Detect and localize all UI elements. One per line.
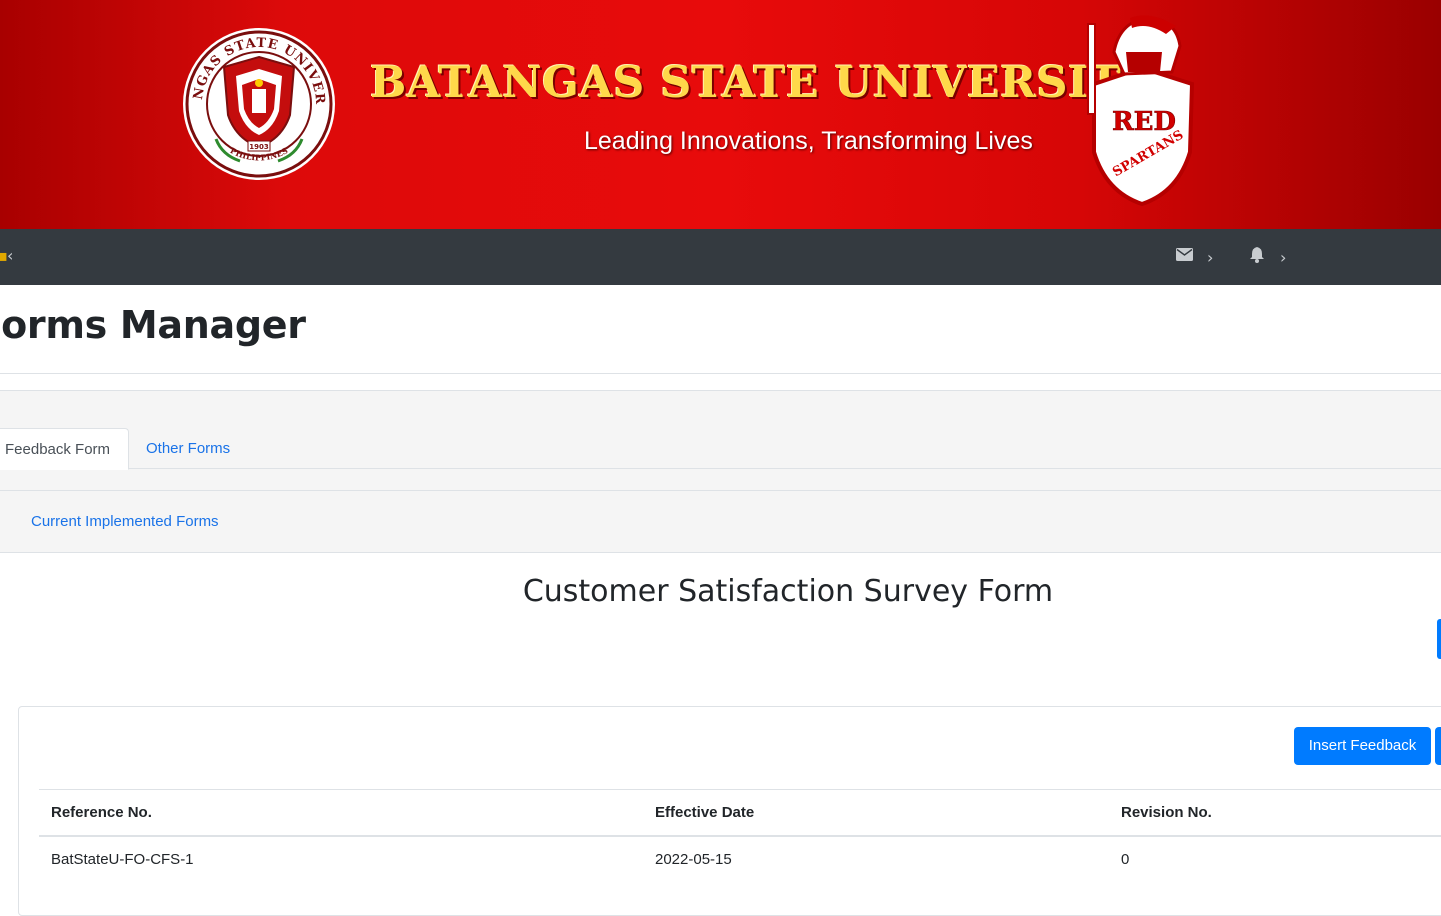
column-header-revision-no: Revision No. [1121, 804, 1212, 821]
header-banner: 1903 BATANGAS STATE UNIVERSITY PHILIPPIN… [0, 0, 1441, 229]
cell-effective-date: 2022-05-15 [655, 851, 732, 868]
mascot-text-red: RED [1112, 107, 1176, 137]
tabs-divider [0, 468, 1441, 469]
current-implemented-forms-link[interactable]: Current Implemented Forms [31, 513, 219, 530]
table-header-border [39, 835, 1441, 837]
tab-other-forms[interactable]: Other Forms [146, 440, 230, 457]
messages-chevron-icon[interactable]: › [1207, 248, 1213, 267]
subnav-divider [0, 490, 1441, 491]
envelope-icon[interactable] [1176, 248, 1193, 261]
forms-tab-panel: Feedback Form Other Forms Current Implem… [0, 390, 1441, 553]
column-header-reference-no: Reference No. [51, 804, 152, 821]
banner-tagline: Leading Innovations, Transforming Lives [584, 127, 1033, 155]
survey-title: Customer Satisfaction Survey Form [522, 574, 1054, 609]
offscreen-action-button[interactable] [1437, 619, 1441, 659]
page-title: Forms Manager [0, 303, 306, 347]
banner-title: BATANGAS STATE UNIVERSITY [370, 58, 1153, 108]
cell-reference-no: BatStateU-FO-CFS-1 [51, 851, 194, 868]
svg-text:1903: 1903 [249, 143, 269, 151]
chevron-left-icon[interactable]: ‹ [7, 246, 13, 265]
offscreen-card-button[interactable] [1435, 727, 1441, 765]
insert-feedback-button[interactable]: Insert Feedback [1294, 727, 1431, 765]
cell-revision-no: 0 [1121, 851, 1130, 868]
header-divider [0, 373, 1441, 374]
university-seal-logo: 1903 BATANGAS STATE UNIVERSITY PHILIPPIN… [182, 27, 335, 180]
top-navbar: ▪ ‹ › › [0, 229, 1441, 285]
table-top-border [39, 789, 1441, 790]
notifications-chevron-icon[interactable]: › [1280, 248, 1286, 267]
red-spartans-mascot-logo: RED SPARTANS [1087, 15, 1195, 207]
tab-feedback-form[interactable]: Feedback Form [0, 428, 129, 470]
bell-icon[interactable] [1249, 246, 1265, 263]
column-header-effective-date: Effective Date [655, 804, 755, 821]
